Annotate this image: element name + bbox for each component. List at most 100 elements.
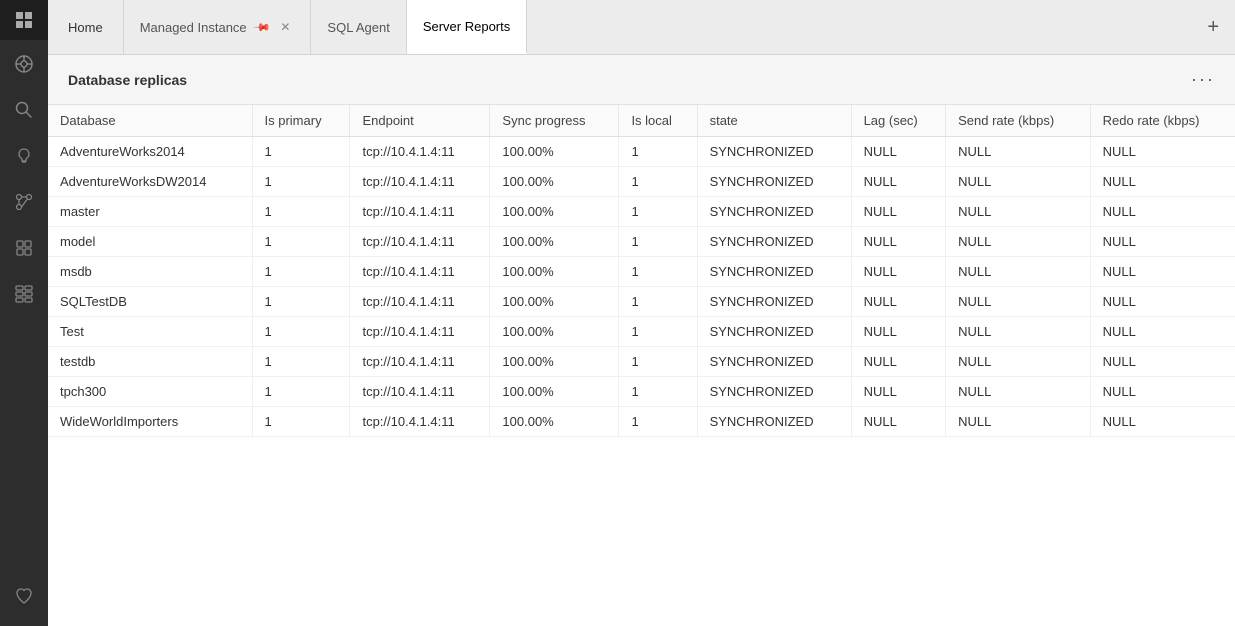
table-cell: NULL bbox=[946, 257, 1091, 287]
table-cell: WideWorldImporters bbox=[48, 407, 252, 437]
table-cell: AdventureWorks2014 bbox=[48, 137, 252, 167]
table-cell: NULL bbox=[1090, 257, 1235, 287]
table-cell: NULL bbox=[1090, 377, 1235, 407]
table-cell: 1 bbox=[252, 137, 350, 167]
table-cell: 1 bbox=[252, 347, 350, 377]
tab-server-reports[interactable]: Server Reports bbox=[407, 0, 527, 54]
table-cell: tcp://10.4.1.4:11 bbox=[350, 287, 490, 317]
table-cell: tcp://10.4.1.4:11 bbox=[350, 257, 490, 287]
col-send-rate: Send rate (kbps) bbox=[946, 105, 1091, 137]
table-cell: NULL bbox=[851, 377, 946, 407]
app-icon[interactable] bbox=[0, 0, 48, 40]
table-row: model1tcp://10.4.1.4:11100.00%1SYNCHRONI… bbox=[48, 227, 1235, 257]
main-content: Home Managed Instance 📌 ✕ SQL Agent Serv… bbox=[48, 0, 1235, 626]
table-cell: NULL bbox=[851, 227, 946, 257]
section-title: Database replicas bbox=[68, 72, 187, 88]
table-cell: SQLTestDB bbox=[48, 287, 252, 317]
table-cell: tcp://10.4.1.4:11 bbox=[350, 227, 490, 257]
table-cell: SYNCHRONIZED bbox=[697, 227, 851, 257]
table-row: AdventureWorksDW20141tcp://10.4.1.4:1110… bbox=[48, 167, 1235, 197]
tab-managed-instance-close[interactable]: ✕ bbox=[276, 18, 294, 36]
table-cell: 100.00% bbox=[490, 167, 619, 197]
table-cell: 100.00% bbox=[490, 227, 619, 257]
table-cell: 100.00% bbox=[490, 137, 619, 167]
table-cell: tcp://10.4.1.4:11 bbox=[350, 137, 490, 167]
table-cell: SYNCHRONIZED bbox=[697, 137, 851, 167]
table-cell: NULL bbox=[1090, 227, 1235, 257]
section-header: Database replicas ··· bbox=[48, 55, 1235, 105]
table-cell: master bbox=[48, 197, 252, 227]
search-icon[interactable] bbox=[0, 88, 48, 132]
col-redo-rate: Redo rate (kbps) bbox=[1090, 105, 1235, 137]
tab-home[interactable]: Home bbox=[48, 0, 124, 54]
table-cell: tcp://10.4.1.4:11 bbox=[350, 167, 490, 197]
table-cell: 100.00% bbox=[490, 287, 619, 317]
table-cell: NULL bbox=[851, 347, 946, 377]
table-cell: 1 bbox=[252, 167, 350, 197]
table-cell: Test bbox=[48, 317, 252, 347]
table-row: WideWorldImporters1tcp://10.4.1.4:11100.… bbox=[48, 407, 1235, 437]
table-cell: 100.00% bbox=[490, 347, 619, 377]
pin-icon: 📌 bbox=[252, 18, 271, 37]
table-cell: NULL bbox=[1090, 137, 1235, 167]
col-endpoint: Endpoint bbox=[350, 105, 490, 137]
table-cell: SYNCHRONIZED bbox=[697, 167, 851, 197]
table-row: Test1tcp://10.4.1.4:11100.00%1SYNCHRONIZ… bbox=[48, 317, 1235, 347]
table-cell: NULL bbox=[851, 287, 946, 317]
sidebar bbox=[0, 0, 48, 626]
replicas-table: Database Is primary Endpoint Sync progre… bbox=[48, 105, 1235, 437]
table-cell: tcp://10.4.1.4:11 bbox=[350, 377, 490, 407]
tab-server-reports-label: Server Reports bbox=[423, 19, 510, 34]
tab-managed-instance[interactable]: Managed Instance 📌 ✕ bbox=[124, 0, 312, 54]
table-cell: 1 bbox=[252, 407, 350, 437]
lightbulb-icon[interactable] bbox=[0, 134, 48, 178]
col-database: Database bbox=[48, 105, 252, 137]
table-cell: 1 bbox=[619, 137, 697, 167]
table-cell: NULL bbox=[946, 377, 1091, 407]
table-cell: 100.00% bbox=[490, 257, 619, 287]
table-cell: NULL bbox=[1090, 407, 1235, 437]
table-row: master1tcp://10.4.1.4:11100.00%1SYNCHRON… bbox=[48, 197, 1235, 227]
table-cell: 1 bbox=[252, 197, 350, 227]
table-cell: 1 bbox=[619, 407, 697, 437]
table-cell: NULL bbox=[851, 257, 946, 287]
table-cell: 100.00% bbox=[490, 407, 619, 437]
section-menu-button[interactable]: ··· bbox=[1191, 69, 1215, 90]
col-state: state bbox=[697, 105, 851, 137]
table-cell: AdventureWorksDW2014 bbox=[48, 167, 252, 197]
table-cell: SYNCHRONIZED bbox=[697, 317, 851, 347]
col-sync-progress: Sync progress bbox=[490, 105, 619, 137]
table-cell: NULL bbox=[1090, 197, 1235, 227]
table-cell: SYNCHRONIZED bbox=[697, 197, 851, 227]
table-cell: 1 bbox=[619, 317, 697, 347]
overview-icon[interactable] bbox=[0, 42, 48, 86]
git-icon[interactable] bbox=[0, 180, 48, 224]
table-cell: NULL bbox=[946, 287, 1091, 317]
table-cell: NULL bbox=[851, 137, 946, 167]
table-cell: NULL bbox=[946, 347, 1091, 377]
health-icon[interactable] bbox=[0, 574, 48, 618]
table-cell: 1 bbox=[252, 257, 350, 287]
table-cell: SYNCHRONIZED bbox=[697, 287, 851, 317]
table-row: SQLTestDB1tcp://10.4.1.4:11100.00%1SYNCH… bbox=[48, 287, 1235, 317]
table-cell: NULL bbox=[851, 407, 946, 437]
table-cell: NULL bbox=[946, 167, 1091, 197]
table-cell: tpch300 bbox=[48, 377, 252, 407]
tab-sql-agent-label: SQL Agent bbox=[327, 20, 389, 35]
table-cell: 1 bbox=[619, 227, 697, 257]
table-cell: 1 bbox=[252, 287, 350, 317]
table-cell: model bbox=[48, 227, 252, 257]
grid-icon[interactable] bbox=[0, 272, 48, 316]
table-cell: NULL bbox=[1090, 287, 1235, 317]
tab-managed-instance-label: Managed Instance bbox=[140, 20, 247, 35]
tab-sql-agent[interactable]: SQL Agent bbox=[311, 0, 406, 54]
table-cell: msdb bbox=[48, 257, 252, 287]
table-cell: tcp://10.4.1.4:11 bbox=[350, 197, 490, 227]
table-cell: 100.00% bbox=[490, 377, 619, 407]
table-row: msdb1tcp://10.4.1.4:11100.00%1SYNCHRONIZ… bbox=[48, 257, 1235, 287]
table-cell: NULL bbox=[946, 407, 1091, 437]
table-cell: NULL bbox=[1090, 347, 1235, 377]
table-row: AdventureWorks20141tcp://10.4.1.4:11100.… bbox=[48, 137, 1235, 167]
add-tab-button[interactable]: + bbox=[1191, 0, 1235, 54]
database-icon[interactable] bbox=[0, 226, 48, 270]
